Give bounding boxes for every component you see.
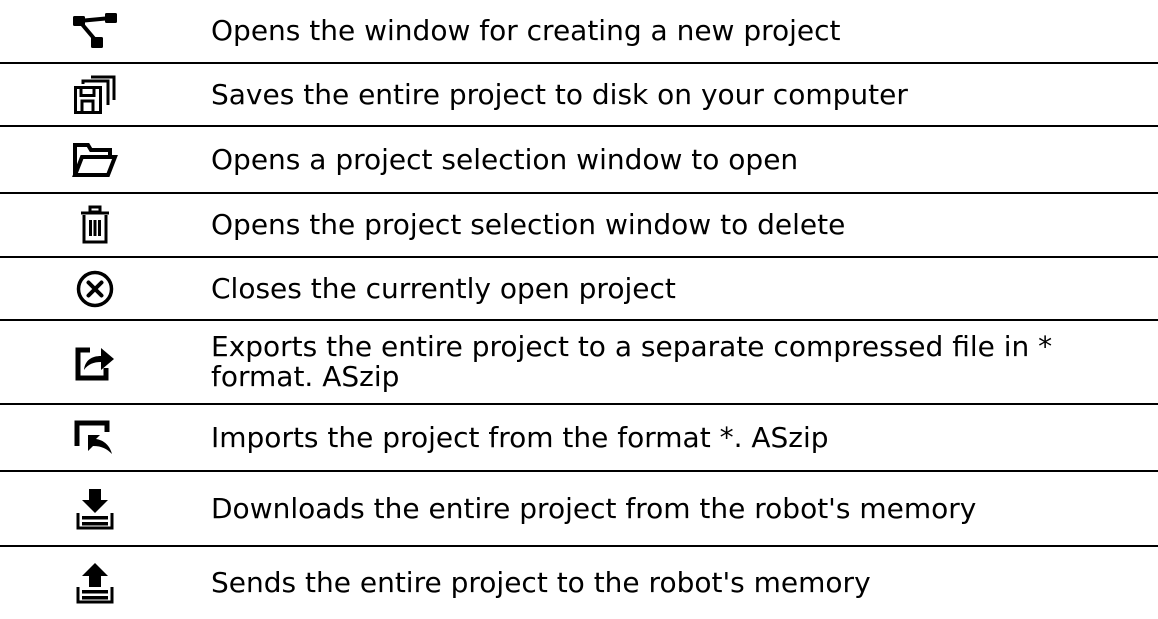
table-row: Closes the currently open project (0, 258, 1158, 321)
folder-open-icon (0, 127, 190, 192)
trash-icon (0, 194, 190, 256)
table-row: Imports the project from the format *. A… (0, 405, 1158, 472)
close-circle-icon (0, 258, 190, 319)
table-row: Downloads the entire project from the ro… (0, 472, 1158, 547)
import-icon (0, 405, 190, 470)
row-description: Opens the window for creating a new proj… (211, 14, 841, 47)
table-row: Opens the project selection window to de… (0, 194, 1158, 258)
table-row: Opens the window for creating a new proj… (0, 0, 1158, 64)
export-icon (0, 321, 190, 403)
row-description: Opens a project selection window to open (211, 142, 799, 176)
row-description: Sends the entire project to the robot's … (211, 566, 871, 599)
table-row: Saves the entire project to disk on your… (0, 64, 1158, 127)
row-description: Closes the currently open project (211, 271, 676, 305)
row-description: Imports the project from the format *. A… (211, 420, 829, 454)
download-icon (0, 472, 190, 545)
table-row: Exports the entire project to a separate… (0, 321, 1158, 405)
row-description: Downloads the entire project from the ro… (211, 491, 977, 525)
row-description: Saves the entire project to disk on your… (211, 77, 908, 111)
save-all-icon (0, 64, 190, 125)
new-project-icon (0, 0, 190, 62)
row-description: Exports the entire project to a separate… (211, 330, 1053, 393)
upload-icon (0, 547, 190, 619)
table-row: Opens a project selection window to open (0, 127, 1158, 194)
row-description: Opens the project selection window to de… (211, 208, 846, 241)
table-row: Sends the entire project to the robot's … (0, 547, 1158, 619)
